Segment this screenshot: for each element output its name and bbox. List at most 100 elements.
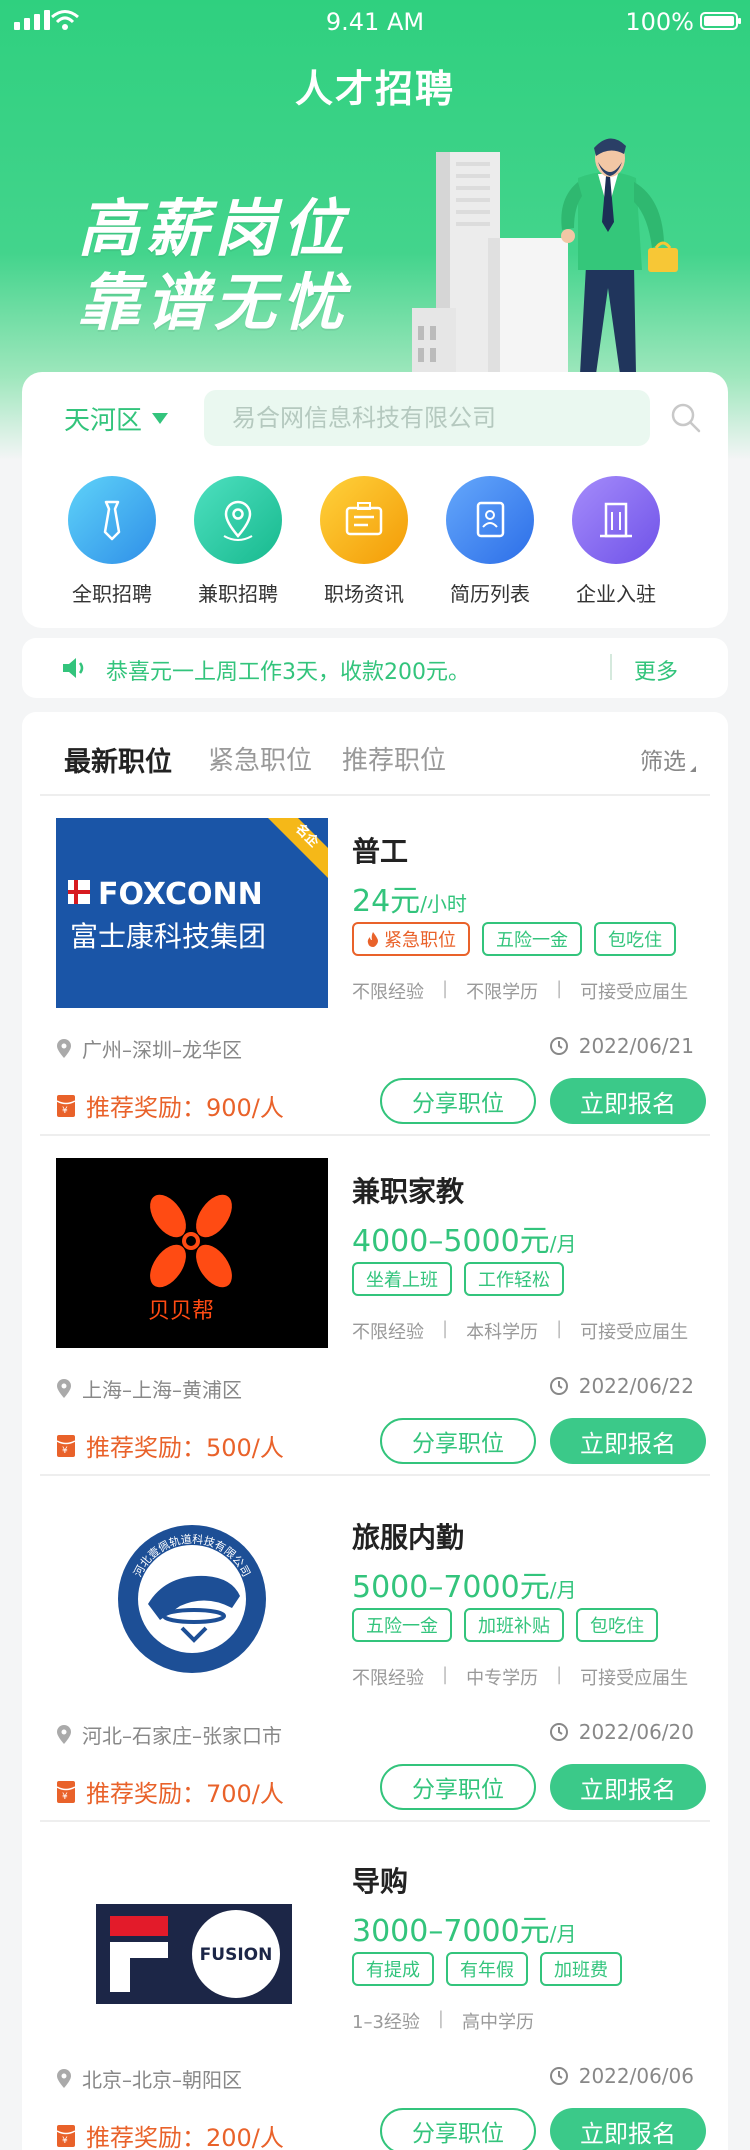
reward-value: 200/人 <box>206 2124 284 2150</box>
req-graduates: 可接受应届生 <box>580 1322 689 1343</box>
salary-unit: /小时 <box>420 892 467 916</box>
job-title: 兼职家教 <box>352 1175 465 1208</box>
reward-label: 推荐奖励： <box>86 1780 206 1808</box>
req-education: 本科学历 <box>466 1322 539 1343</box>
location-pin-icon <box>57 1724 71 1744</box>
job-card[interactable]: FOXCONN 富士康科技集团 名企 普工 24元/小时 紧急职位 五险一金 包… <box>22 796 728 1136</box>
job-salary: 3000–7000元/月 <box>352 1906 576 1950</box>
foxconn-wordmark: FOXCONN <box>98 877 263 912</box>
tab-urgent[interactable]: 紧急职位 <box>208 740 312 777</box>
tag: 五险一金 <box>352 1608 452 1642</box>
beibeibang-wordmark: 贝贝帮 <box>148 1299 214 1324</box>
job-card[interactable]: 河北壹佩轨道科技有限公司 旅服内勤 5000–7000元/月 五险一金 加班补贴… <box>22 1482 728 1822</box>
job-card[interactable]: FUSION 导购 3000–7000元/月 有提成 有年假 加班费 1–3经验… <box>22 1826 728 2150</box>
salary-amount: 5000–7000元 <box>352 1570 550 1605</box>
reward-value: 900/人 <box>206 1094 284 1122</box>
tab-recommended[interactable]: 推荐职位 <box>342 740 446 777</box>
location-text: 上海–上海–黄浦区 <box>82 1378 242 1402</box>
tag-urgent: 紧急职位 <box>352 922 470 956</box>
job-date: 2022/06/21 <box>549 1034 694 1058</box>
req-education: 中专学历 <box>466 1668 539 1689</box>
reward-value: 700/人 <box>206 1780 284 1808</box>
foxconn-chinese-name: 富士康科技集团 <box>70 920 266 953</box>
job-tags: 有提成 有年假 加班费 <box>352 1952 622 1986</box>
share-job-button[interactable]: 分享职位 <box>380 1764 536 1810</box>
date-text: 2022/06/06 <box>578 2064 694 2088</box>
apply-button[interactable]: 立即报名 <box>550 1418 706 1464</box>
reward-label: 推荐奖励： <box>86 1434 206 1462</box>
job-location: 广州–深圳–龙华区 <box>56 1034 242 1063</box>
status-bar: 9.41 AM 100% <box>0 0 750 44</box>
salary-amount: 24元 <box>352 884 421 919</box>
notice-bar: 恭喜元一上周工作3天，收款200元。 更多 <box>22 638 728 698</box>
tab-latest[interactable]: 最新职位 <box>64 740 172 779</box>
clock-icon <box>549 1723 568 1741</box>
red-envelope-icon: ¥ <box>56 1094 76 1117</box>
reward-value: 500/人 <box>206 1434 284 1462</box>
search-box[interactable] <box>204 390 650 446</box>
battery-percent: 100% <box>625 8 694 36</box>
referral-reward: ¥ 推荐奖励： 900/人 <box>56 1088 284 1123</box>
location-text: 北京–北京–朝阳区 <box>82 2068 242 2092</box>
job-title: 普工 <box>352 835 409 868</box>
svg-text:¥: ¥ <box>62 1446 68 1456</box>
job-requirements: 不限经验 | 本科学历 | 可接受应届生 <box>352 1318 689 1343</box>
apply-button[interactable]: 立即报名 <box>550 2108 706 2150</box>
banner-slogan-line2: 靠谱无忧 <box>78 266 351 339</box>
req-education: 不限学历 <box>466 982 539 1003</box>
more-link[interactable]: 更多 <box>634 654 678 686</box>
apply-button[interactable]: 立即报名 <box>550 1764 706 1810</box>
red-envelope-icon: ¥ <box>56 2124 76 2147</box>
req-experience: 不限经验 <box>352 1322 424 1343</box>
filter-button[interactable]: 筛选 <box>640 742 696 776</box>
category-news[interactable]: 职场资讯 <box>304 476 424 607</box>
referral-reward: ¥ 推荐奖励： 700/人 <box>56 1774 284 1809</box>
company-logo-fila-fusion: FUSION <box>56 1848 328 2038</box>
category-label: 兼职招聘 <box>198 582 278 606</box>
location-pin-icon <box>194 476 282 564</box>
tag: 有提成 <box>352 1952 434 1986</box>
businessman-illustration <box>412 138 678 388</box>
tag: 加班补贴 <box>464 1608 564 1642</box>
share-job-button[interactable]: 分享职位 <box>380 1078 536 1124</box>
tag: 包吃住 <box>594 922 676 956</box>
category-parttime[interactable]: 兼职招聘 <box>178 476 298 607</box>
req-education: 高中学历 <box>461 2012 534 2033</box>
location-pin-icon <box>57 1038 71 1058</box>
location-text: 河北–石家庄–张家口市 <box>82 1724 282 1748</box>
share-job-button[interactable]: 分享职位 <box>380 1418 536 1464</box>
job-date: 2022/06/22 <box>549 1374 694 1398</box>
search-icon[interactable] <box>670 402 702 434</box>
job-salary: 4000–5000元/月 <box>352 1216 576 1260</box>
district-selector[interactable]: 天河区 <box>64 400 169 437</box>
notice-text: 恭喜元一上周工作3天，收款200元。 <box>106 660 470 685</box>
tag: 包吃住 <box>576 1608 658 1642</box>
job-location: 上海–上海–黄浦区 <box>56 1374 242 1403</box>
share-job-button[interactable]: 分享职位 <box>380 2108 536 2150</box>
category-fulltime[interactable]: 全职招聘 <box>52 476 172 607</box>
row-divider <box>40 1820 710 1822</box>
svg-text:¥: ¥ <box>62 1106 68 1116</box>
company-logo-railway: 河北壹佩轨道科技有限公司 <box>56 1504 328 1694</box>
referral-reward: ¥ 推荐奖励： 200/人 <box>56 2118 284 2150</box>
req-experience: 不限经验 <box>352 1668 424 1689</box>
category-resume[interactable]: 简历列表 <box>430 476 550 607</box>
req-graduates: 可接受应届生 <box>580 1668 689 1689</box>
job-date: 2022/06/06 <box>549 2064 694 2088</box>
tag: 有年假 <box>446 1952 528 1986</box>
job-title: 旅服内勤 <box>352 1521 465 1554</box>
category-label: 职场资讯 <box>324 582 404 606</box>
job-salary: 5000–7000元/月 <box>352 1562 576 1606</box>
salary-amount: 4000–5000元 <box>352 1224 550 1259</box>
job-card[interactable]: 贝贝帮 兼职家教 4000–5000元/月 坐着上班 工作轻松 不限经验 | 本科… <box>22 1136 728 1476</box>
fusion-wordmark: FUSION <box>200 1945 273 1965</box>
job-tags: 紧急职位 五险一金 包吃住 <box>352 922 676 956</box>
company-logo-beibeibang: 贝贝帮 <box>56 1158 328 1348</box>
job-title: 导购 <box>352 1865 409 1898</box>
search-input[interactable] <box>204 390 650 446</box>
category-enterprise[interactable]: 企业入驻 <box>556 476 676 607</box>
famous-company-badge: 名企 <box>268 818 328 878</box>
salary-unit: /月 <box>549 1922 577 1946</box>
apply-button[interactable]: 立即报名 <box>550 1078 706 1124</box>
job-requirements: 不限经验 | 中专学历 | 可接受应届生 <box>352 1664 689 1689</box>
